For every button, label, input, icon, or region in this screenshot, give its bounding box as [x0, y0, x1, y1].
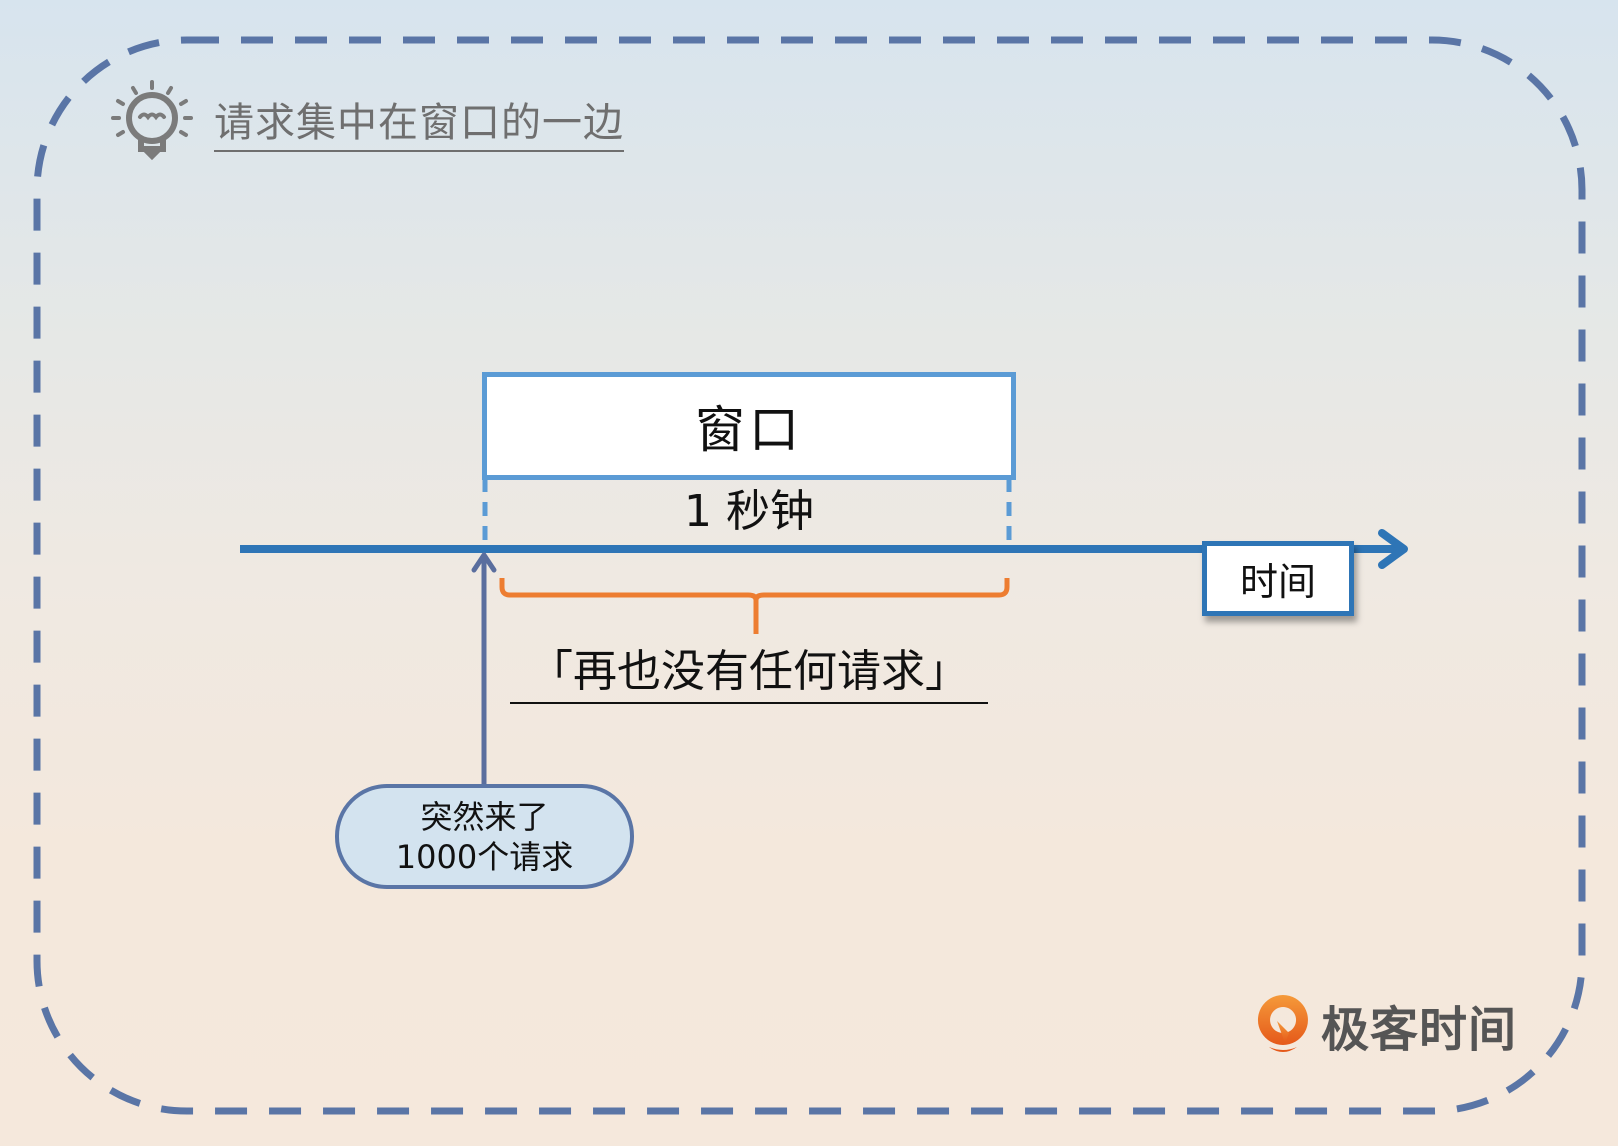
- lightbulb-icon: [111, 80, 193, 161]
- burst-line-1: 突然来了: [420, 797, 549, 836]
- time-label: 时间: [1239, 560, 1316, 604]
- diagram-canvas: [33, 36, 1586, 1115]
- gap-label: 「再也没有任何请求」: [510, 644, 988, 704]
- burst-line-2: 1000个请求: [395, 837, 574, 876]
- window-label: 窗口: [695, 401, 803, 459]
- burst-bubble: 突然来了 1000个请求: [335, 784, 634, 889]
- geektime-logo-icon: [1257, 995, 1308, 1052]
- window-box: 窗口: [482, 372, 1016, 480]
- slide-title: 请求集中在窗口的一边: [214, 98, 624, 152]
- time-label-box: 时间: [1202, 541, 1354, 616]
- brand-logo: 极客时间: [1255, 990, 1517, 1060]
- window-duration: 1 秒钟: [684, 486, 814, 537]
- logo-text: 极客时间: [1321, 1002, 1518, 1058]
- gap-bracket: [499, 578, 1010, 634]
